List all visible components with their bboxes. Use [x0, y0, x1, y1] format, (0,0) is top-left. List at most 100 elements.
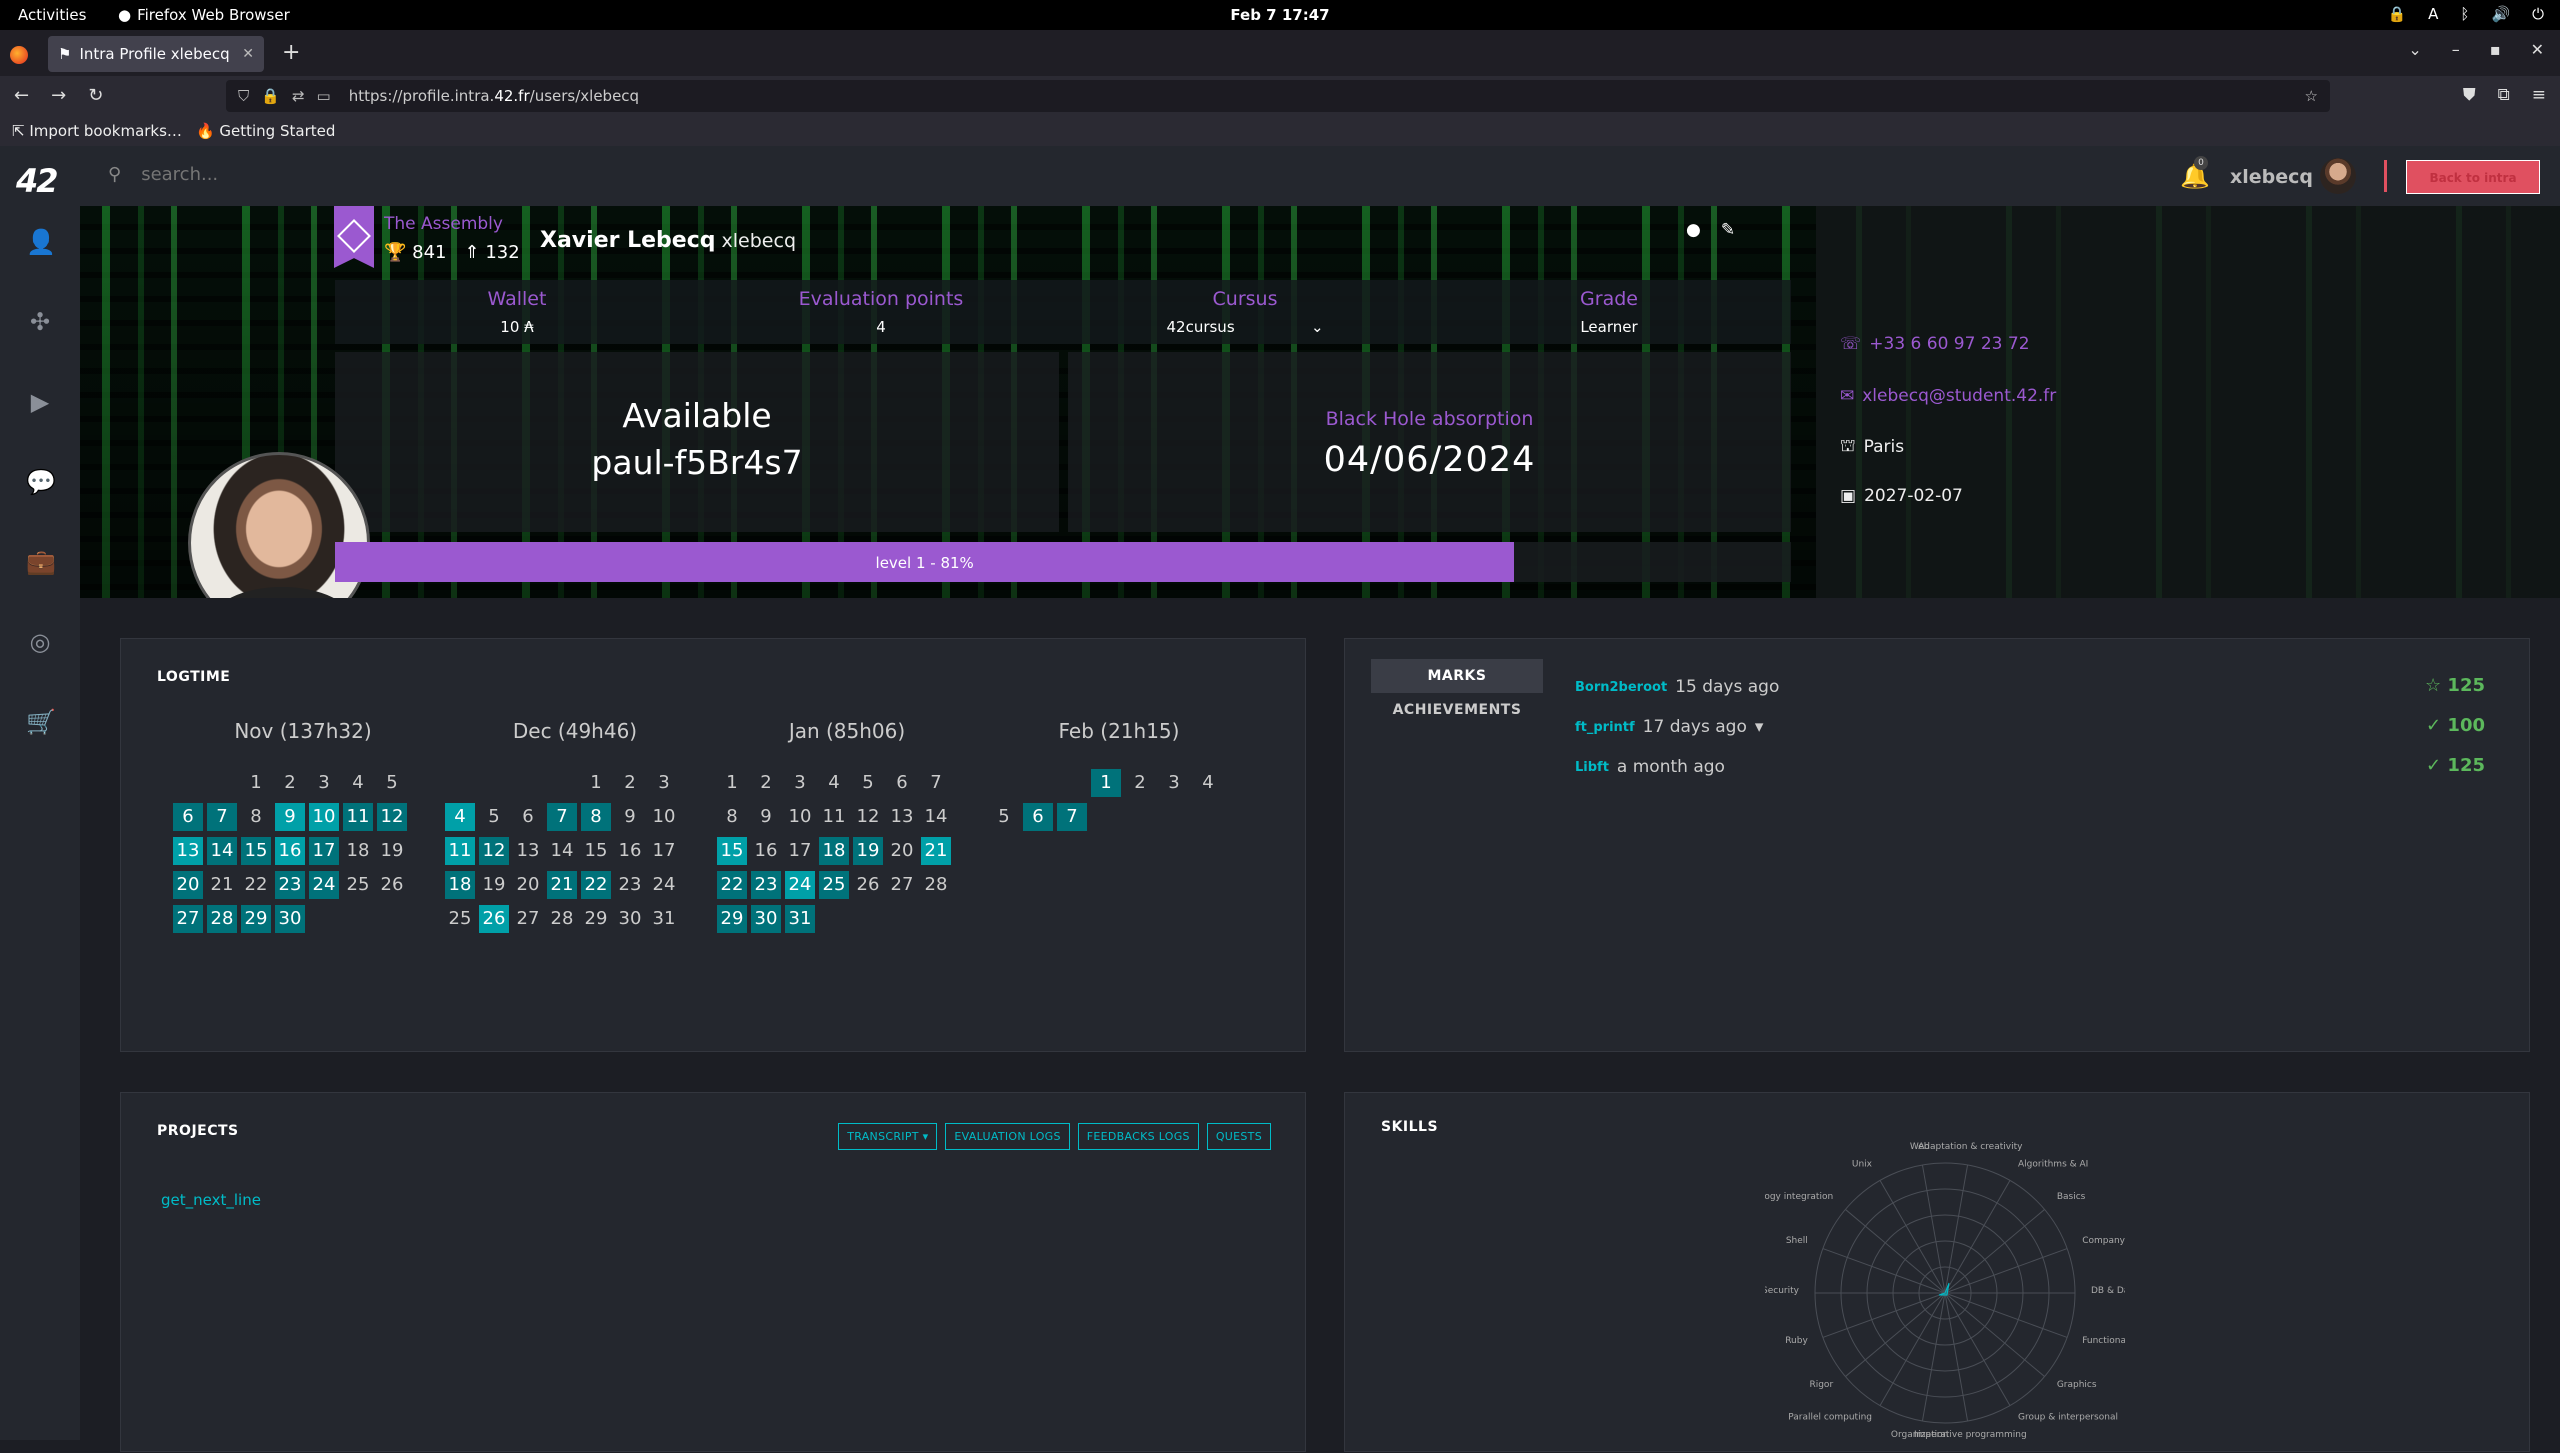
bookmark-getting-started[interactable]: 🔥 Getting Started [196, 122, 335, 140]
calendar-day[interactable]: 24 [309, 871, 339, 899]
calendar-day[interactable]: 25 [819, 871, 849, 899]
firefox-view-icon[interactable] [10, 46, 28, 64]
header-username[interactable]: xlebecq [2230, 166, 2313, 188]
calendar-day[interactable]: 12 [377, 803, 407, 831]
calendar-day[interactable]: 15 [581, 837, 611, 865]
menu-icon[interactable]: ≡ [2532, 85, 2546, 105]
calendar-day[interactable]: 14 [207, 837, 237, 865]
transcript-button[interactable]: TRANSCRIPT ▾ [838, 1123, 938, 1150]
calendar-day[interactable]: 21 [921, 837, 951, 865]
reload-icon[interactable]: ↻ [88, 85, 103, 106]
evaluation-logs-button[interactable]: EVALUATION LOGS [945, 1123, 1070, 1150]
calendar-day[interactable]: 29 [581, 905, 611, 933]
calendar-day[interactable]: 10 [785, 803, 815, 831]
permissions-icon[interactable]: ⇄ [292, 87, 305, 105]
tracking-shield-icon[interactable]: ⛉ [238, 87, 249, 105]
calendar-day[interactable]: 1 [1091, 769, 1121, 797]
calendar-day[interactable]: 7 [547, 803, 577, 831]
calendar-day[interactable]: 31 [649, 905, 679, 933]
calendar-day[interactable]: 22 [241, 871, 271, 899]
calendar-day[interactable]: 19 [479, 871, 509, 899]
calendar-day[interactable]: 20 [513, 871, 543, 899]
calendar-day[interactable]: 28 [547, 905, 577, 933]
pocket-icon[interactable]: ⛊ [2463, 85, 2476, 105]
calendar-day[interactable]: 9 [275, 803, 305, 831]
close-window-icon[interactable]: ✕ [2531, 40, 2544, 59]
calendar-day[interactable]: 7 [207, 803, 237, 831]
calendar-day[interactable]: 22 [717, 871, 747, 899]
calendar-day[interactable]: 7 [1057, 803, 1087, 831]
calendar-day[interactable]: 8 [581, 803, 611, 831]
calendar-day[interactable]: 13 [887, 803, 917, 831]
header-avatar[interactable] [2320, 158, 2356, 194]
forum-icon[interactable]: 💬 [26, 468, 56, 496]
shop-icon[interactable]: 🛒 [26, 708, 56, 736]
extensions-icon[interactable]: ⧉ [2498, 85, 2510, 105]
calendar-day[interactable]: 8 [717, 803, 747, 831]
companies-icon[interactable]: 💼 [26, 548, 56, 576]
calendar-day[interactable]: 9 [751, 803, 781, 831]
keyboard-layout[interactable]: A [2428, 5, 2438, 23]
calendar-day[interactable]: 30 [275, 905, 305, 933]
calendar-day[interactable]: 16 [275, 837, 305, 865]
forward-icon[interactable]: → [51, 85, 66, 106]
calendar-day[interactable]: 31 [785, 905, 815, 933]
calendar-day[interactable]: 27 [173, 905, 203, 933]
calendar-day[interactable]: 5 [989, 803, 1019, 831]
feedbacks-logs-button[interactable]: FEEDBACKS LOGS [1077, 1123, 1199, 1150]
calendar-day[interactable]: 28 [921, 871, 951, 899]
compass-icon[interactable]: ◎ [26, 628, 54, 656]
calendar-day[interactable]: 28 [207, 905, 237, 933]
calendar-day[interactable]: 19 [377, 837, 407, 865]
calendar-day[interactable]: 10 [309, 803, 339, 831]
calendar-day[interactable]: 27 [513, 905, 543, 933]
calendar-day[interactable]: 24 [785, 871, 815, 899]
bookmark-import[interactable]: ⇱ Import bookmarks… [12, 122, 182, 140]
calendar-day[interactable]: 20 [887, 837, 917, 865]
calendar-day[interactable]: 18 [445, 871, 475, 899]
edit-icon[interactable]: ✎ [1721, 220, 1735, 240]
calendar-day[interactable]: 1 [717, 769, 747, 797]
calendar-day[interactable]: 21 [207, 871, 237, 899]
project-link[interactable]: get_next_line [161, 1191, 261, 1209]
calendar-day[interactable]: 23 [751, 871, 781, 899]
cursus-select[interactable]: Cursus 42cursus ⌄ [1063, 280, 1427, 344]
mark-row[interactable]: Libft a month ago [1575, 757, 1725, 777]
clock[interactable]: Feb 7 17:47 [0, 6, 2560, 24]
calendar-day[interactable]: 30 [751, 905, 781, 933]
calendar-day[interactable]: 15 [241, 837, 271, 865]
calendar-day[interactable]: 11 [445, 837, 475, 865]
calendar-day[interactable]: 25 [445, 905, 475, 933]
calendar-day[interactable]: 10 [649, 803, 679, 831]
calendar-day[interactable]: 14 [921, 803, 951, 831]
calendar-day[interactable]: 6 [173, 803, 203, 831]
quests-button[interactable]: QUESTS [1206, 1123, 1271, 1150]
browser-tab[interactable]: ⚑ Intra Profile xlebecq ✕ [48, 36, 264, 72]
tab-list-icon[interactable]: ⌄ [2408, 40, 2421, 59]
tab-marks[interactable]: MARKS [1371, 659, 1543, 693]
calendar-day[interactable]: 19 [853, 837, 883, 865]
lock-icon[interactable]: 🔒 [261, 87, 280, 105]
elearning-icon[interactable]: ▶ [26, 388, 54, 416]
calendar-day[interactable]: 27 [887, 871, 917, 899]
calendar-day[interactable]: 23 [275, 871, 305, 899]
back-to-intra-button[interactable]: Back to intra [2406, 160, 2540, 194]
calendar-day[interactable]: 17 [785, 837, 815, 865]
calendar-day[interactable]: 2 [275, 769, 305, 797]
new-tab-button[interactable]: + [282, 40, 300, 65]
calendar-day[interactable]: 4 [445, 803, 475, 831]
calendar-day[interactable]: 5 [853, 769, 883, 797]
calendar-day[interactable]: 15 [717, 837, 747, 865]
calendar-day[interactable]: 1 [241, 769, 271, 797]
calendar-day[interactable]: 3 [649, 769, 679, 797]
calendar-day[interactable]: 18 [343, 837, 373, 865]
calendar-day[interactable]: 23 [615, 871, 645, 899]
calendar-day[interactable]: 5 [479, 803, 509, 831]
calendar-day[interactable]: 2 [751, 769, 781, 797]
calendar-day[interactable]: 12 [479, 837, 509, 865]
calendar-day[interactable]: 12 [853, 803, 883, 831]
system-tray[interactable]: 🔒 A ᛒ 🔊 ⏻ [2387, 5, 2544, 23]
tab-achievements[interactable]: ACHIEVEMENTS [1371, 693, 1543, 727]
phone-line[interactable]: ☏ +33 6 60 97 23 72 [1840, 334, 2030, 354]
calendar-day[interactable]: 13 [513, 837, 543, 865]
